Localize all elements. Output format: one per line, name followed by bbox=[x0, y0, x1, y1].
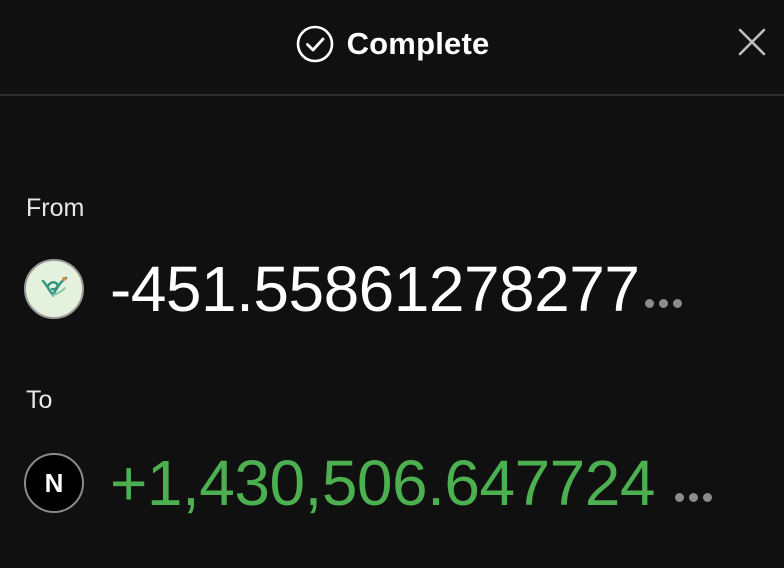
to-token-avatar: N bbox=[24, 453, 84, 513]
swap-complete-modal: Complete From -451.55861278277 To N +1,4… bbox=[0, 0, 784, 568]
from-amount-ellipsis bbox=[645, 298, 683, 308]
from-amount: -451.55861278277 bbox=[110, 253, 640, 325]
from-row: -451.55861278277 bbox=[24, 253, 764, 325]
to-amount-ellipsis bbox=[674, 492, 712, 502]
close-icon bbox=[737, 27, 767, 62]
to-amount: +1,430,506.647724 bbox=[110, 447, 655, 519]
leaf-token-icon bbox=[37, 270, 71, 309]
from-token-avatar bbox=[24, 259, 84, 319]
page-title: Complete bbox=[346, 26, 490, 61]
to-label: To bbox=[26, 386, 53, 414]
close-button[interactable] bbox=[734, 26, 770, 62]
n-token-icon: N bbox=[44, 467, 64, 498]
title-group: Complete bbox=[0, 22, 784, 66]
modal-header: Complete bbox=[0, 0, 784, 96]
from-label: From bbox=[26, 194, 85, 222]
check-circle-icon bbox=[295, 24, 335, 64]
to-row: N +1,430,506.647724 bbox=[24, 447, 764, 519]
